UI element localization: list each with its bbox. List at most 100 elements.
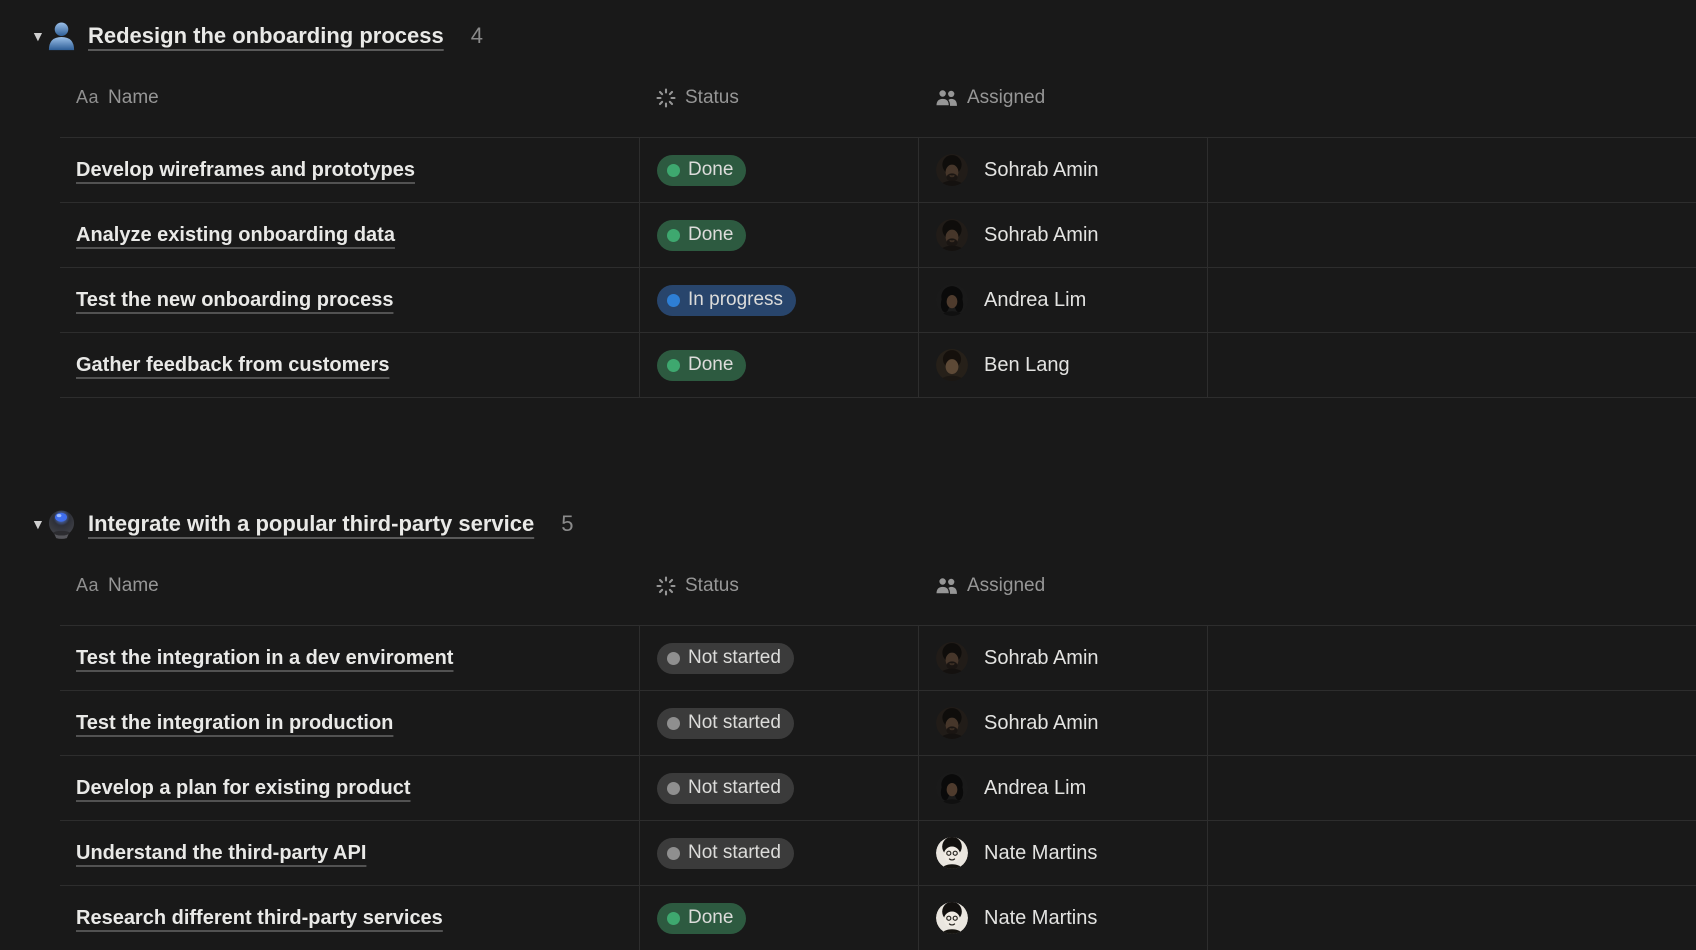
status-cell[interactable]: Done: [639, 138, 918, 202]
status-pill[interactable]: In progress: [657, 285, 796, 316]
status-cell[interactable]: Done: [639, 203, 918, 267]
column-header-name[interactable]: Aa Name: [60, 546, 639, 625]
column-header-name[interactable]: Aa Name: [60, 58, 639, 137]
avatar: [936, 154, 968, 186]
text-property-icon: Aa: [76, 87, 99, 108]
assigned-cell[interactable]: Sohrab Amin: [918, 691, 1208, 755]
table-row[interactable]: Understand the third-party API Not start…: [60, 821, 1696, 886]
status-cell[interactable]: Not started: [639, 821, 918, 885]
group-title[interactable]: Redesign the onboarding process: [88, 23, 444, 49]
status-cell[interactable]: In progress: [639, 268, 918, 332]
assignee[interactable]: Nate Martins: [936, 902, 1097, 934]
row-title[interactable]: Develop wireframes and prototypes: [76, 159, 415, 182]
assigned-cell[interactable]: Sohrab Amin: [918, 626, 1208, 690]
status-cell[interactable]: Not started: [639, 626, 918, 690]
row-spacer: [1208, 268, 1696, 332]
table-row[interactable]: Develop wireframes and prototypes Done S…: [60, 138, 1696, 203]
row-spacer: [1208, 333, 1696, 397]
name-cell[interactable]: Develop a plan for existing product: [60, 756, 639, 820]
status-cell[interactable]: Not started: [639, 756, 918, 820]
column-header-name-label: Name: [108, 87, 159, 109]
table-row[interactable]: Develop a plan for existing product Not …: [60, 756, 1696, 821]
assignee[interactable]: Andrea Lim: [936, 284, 1086, 316]
row-title[interactable]: Research different third-party services: [76, 907, 443, 930]
status-pill[interactable]: Not started: [657, 708, 794, 739]
assignee[interactable]: Sohrab Amin: [936, 154, 1099, 186]
assignee-name: Nate Martins: [984, 842, 1097, 865]
row-title[interactable]: Gather feedback from customers: [76, 354, 389, 377]
column-header-assigned[interactable]: Assigned: [918, 58, 1208, 137]
status-cell[interactable]: Done: [639, 886, 918, 950]
assignee[interactable]: Andrea Lim: [936, 772, 1086, 804]
task-table: Aa Name Status Assigned Test the inte: [60, 546, 1696, 950]
assignee-name: Sohrab Amin: [984, 224, 1099, 247]
status-dot-icon: [667, 229, 680, 242]
column-header-status[interactable]: Status: [639, 546, 918, 625]
name-cell[interactable]: Gather feedback from customers: [60, 333, 639, 397]
row-title[interactable]: Test the integration in production: [76, 712, 393, 735]
people-icon: [935, 89, 958, 107]
row-title[interactable]: Understand the third-party API: [76, 842, 366, 865]
group-count: 5: [561, 511, 573, 537]
collapse-toggle-icon[interactable]: ▼: [0, 517, 46, 531]
table-row[interactable]: Test the integration in production Not s…: [60, 691, 1696, 756]
avatar: [936, 902, 968, 934]
assigned-cell[interactable]: Andrea Lim: [918, 268, 1208, 332]
table-row[interactable]: Research different third-party services …: [60, 886, 1696, 950]
status-cell[interactable]: Done: [639, 333, 918, 397]
table-header-spacer: [1208, 546, 1696, 625]
status-pill[interactable]: Done: [657, 155, 746, 186]
name-cell[interactable]: Test the integration in a dev enviroment: [60, 626, 639, 690]
table-row[interactable]: Test the new onboarding process In progr…: [60, 268, 1696, 333]
collapse-toggle-icon[interactable]: ▼: [0, 29, 46, 43]
assigned-cell[interactable]: Nate Martins: [918, 886, 1208, 950]
table-header-spacer: [1208, 58, 1696, 137]
group-count: 4: [471, 23, 483, 49]
assignee[interactable]: Sohrab Amin: [936, 642, 1099, 674]
assigned-cell[interactable]: Nate Martins: [918, 821, 1208, 885]
status-cell[interactable]: Not started: [639, 691, 918, 755]
status-pill[interactable]: Not started: [657, 773, 794, 804]
table-row[interactable]: Test the integration in a dev enviroment…: [60, 626, 1696, 691]
name-cell[interactable]: Analyze existing onboarding data: [60, 203, 639, 267]
name-cell[interactable]: Test the integration in production: [60, 691, 639, 755]
name-cell[interactable]: Develop wireframes and prototypes: [60, 138, 639, 202]
status-pill[interactable]: Not started: [657, 643, 794, 674]
assigned-cell[interactable]: Sohrab Amin: [918, 203, 1208, 267]
assigned-cell[interactable]: Ben Lang: [918, 333, 1208, 397]
assignee[interactable]: Sohrab Amin: [936, 219, 1099, 251]
name-cell[interactable]: Research different third-party services: [60, 886, 639, 950]
row-spacer: [1208, 138, 1696, 202]
row-title[interactable]: Analyze existing onboarding data: [76, 224, 395, 247]
column-header-assigned-label: Assigned: [967, 87, 1045, 109]
row-spacer: [1208, 203, 1696, 267]
status-pill[interactable]: Done: [657, 903, 746, 934]
row-title[interactable]: Test the new onboarding process: [76, 289, 393, 312]
column-header-status[interactable]: Status: [639, 58, 918, 137]
assigned-cell[interactable]: Sohrab Amin: [918, 138, 1208, 202]
assigned-cell[interactable]: Andrea Lim: [918, 756, 1208, 820]
assignee[interactable]: Nate Martins: [936, 837, 1097, 869]
table-header-row: Aa Name Status Assigned: [60, 58, 1696, 138]
assignee[interactable]: Sohrab Amin: [936, 707, 1099, 739]
group-title[interactable]: Integrate with a popular third-party ser…: [88, 511, 534, 537]
table-row[interactable]: Gather feedback from customers Done Ben …: [60, 333, 1696, 398]
status-dot-icon: [667, 847, 680, 860]
status-dot-icon: [667, 912, 680, 925]
row-title[interactable]: Develop a plan for existing product: [76, 777, 411, 800]
status-pill[interactable]: Done: [657, 220, 746, 251]
name-cell[interactable]: Understand the third-party API: [60, 821, 639, 885]
row-title[interactable]: Test the integration in a dev enviroment: [76, 647, 453, 670]
assignee[interactable]: Ben Lang: [936, 349, 1070, 381]
status-pill[interactable]: Done: [657, 350, 746, 381]
assignee-name: Andrea Lim: [984, 289, 1086, 312]
name-cell[interactable]: Test the new onboarding process: [60, 268, 639, 332]
status-pill[interactable]: Not started: [657, 838, 794, 869]
table-row[interactable]: Analyze existing onboarding data Done So…: [60, 203, 1696, 268]
assignee-name: Sohrab Amin: [984, 159, 1099, 182]
status-dot-icon: [667, 717, 680, 730]
column-header-assigned[interactable]: Assigned: [918, 546, 1208, 625]
status-label: Not started: [688, 712, 781, 734]
status-spinner-icon: [656, 88, 676, 108]
status-label: Not started: [688, 777, 781, 799]
